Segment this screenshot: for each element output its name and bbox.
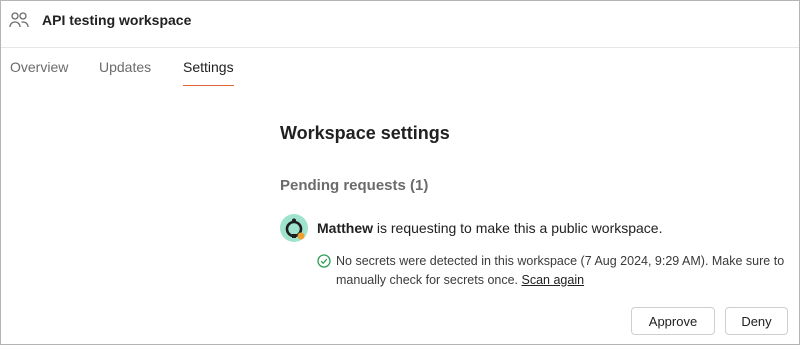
requester-name: Matthew	[317, 220, 373, 236]
tab-settings[interactable]: Settings	[183, 59, 234, 86]
page-title: Workspace settings	[280, 123, 450, 143]
window-frame: API testing workspace Overview Updates S…	[0, 0, 800, 345]
check-circle-icon	[317, 254, 331, 268]
tab-bar: Overview Updates Settings	[1, 48, 799, 86]
scan-again-link[interactable]: Scan again	[522, 273, 585, 287]
people-icon	[9, 12, 29, 28]
workspace-header: API testing workspace	[1, 1, 799, 48]
request-text: Matthew is requesting to make this a pub…	[317, 220, 662, 236]
tab-overview[interactable]: Overview	[10, 59, 68, 85]
deny-button[interactable]: Deny	[725, 307, 788, 335]
approve-button[interactable]: Approve	[631, 307, 715, 335]
user-avatar-icon	[280, 214, 308, 242]
request-description: is requesting to make this a public work…	[373, 220, 663, 236]
workspace-title: API testing workspace	[42, 12, 192, 28]
secrets-scan-note: No secrets were detected in this workspa…	[336, 252, 786, 290]
pending-requests-heading: Pending requests (1)	[280, 177, 429, 194]
tab-updates[interactable]: Updates	[99, 59, 151, 85]
